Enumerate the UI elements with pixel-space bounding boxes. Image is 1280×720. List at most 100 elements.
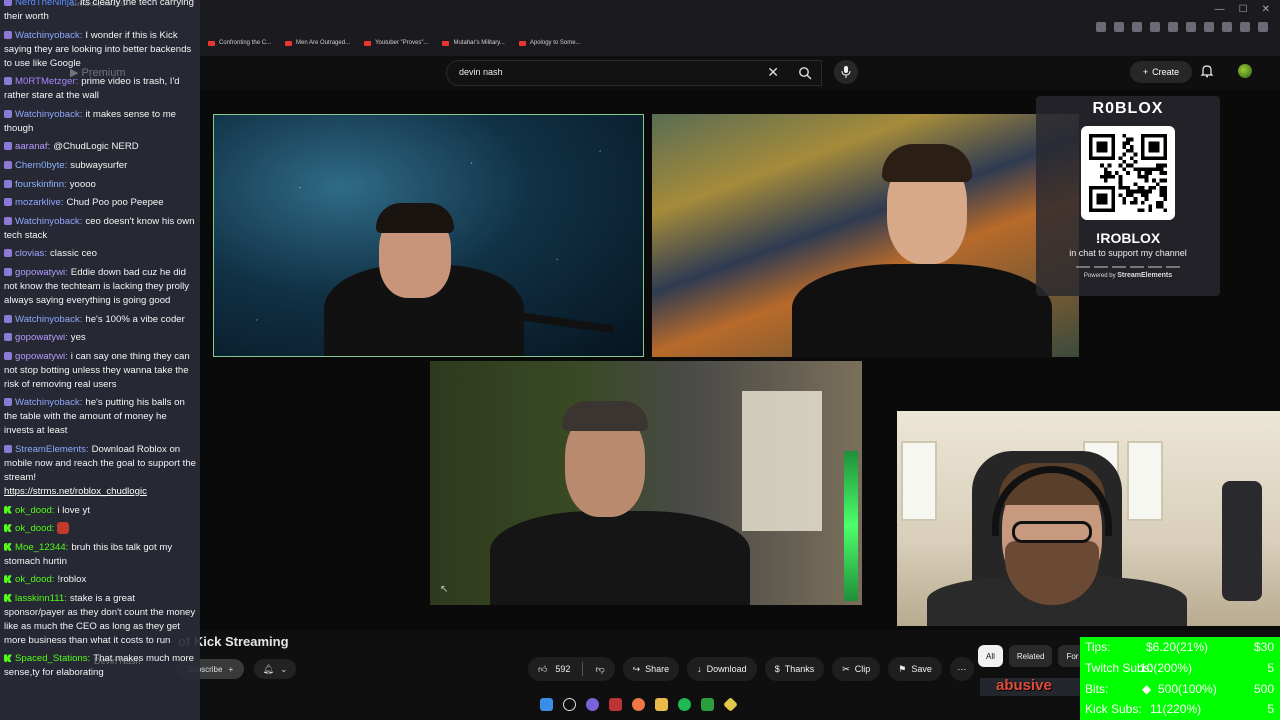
- chat-username[interactable]: NerdTheNinja:: [15, 0, 77, 8]
- chat-username[interactable]: Watchinyoback:: [15, 314, 82, 325]
- xbox-icon[interactable]: [701, 698, 714, 711]
- chat-text: i love yt: [57, 504, 91, 516]
- bookmarks-bar: Confronting the C... Men Are Outraged...…: [208, 40, 581, 46]
- chat-username[interactable]: fourskinfinn:: [15, 179, 67, 190]
- windows-start-icon[interactable]: [540, 698, 553, 711]
- thumbs-down-icon: 👎︎: [595, 663, 605, 674]
- download-icon: ↓: [697, 664, 702, 674]
- extension-icon[interactable]: [1240, 22, 1250, 32]
- roblox-command: !ROBLOX: [1095, 230, 1161, 246]
- green-led-light: [844, 451, 858, 601]
- extension-icon[interactable]: [1258, 22, 1268, 32]
- chat-username[interactable]: Watchinyoback:: [15, 216, 82, 227]
- chat-username[interactable]: Watchinyoback:: [15, 109, 82, 120]
- chat-username[interactable]: ok_dood:: [15, 574, 54, 585]
- chat-username[interactable]: clovias:: [15, 248, 47, 259]
- extension-icon[interactable]: [1204, 22, 1214, 32]
- bookmark[interactable]: Youtuber "Proves"...: [364, 40, 428, 46]
- search-input[interactable]: devin nash: [459, 67, 503, 77]
- microphone-icon: [841, 66, 851, 78]
- clip-button[interactable]: ✂ Clip: [832, 657, 881, 681]
- bookmark[interactable]: Mutahar's Military...: [442, 40, 505, 46]
- folder-icon[interactable]: [655, 698, 668, 711]
- extension-bar: [1096, 22, 1268, 32]
- chat-username[interactable]: ok_dood:: [15, 505, 54, 516]
- kick-badge-icon: [4, 542, 12, 551]
- chat-username[interactable]: gopowatywi:: [15, 332, 68, 343]
- chat-username[interactable]: Watchinyoback:: [15, 397, 82, 408]
- chat-username[interactable]: Watchinyoback:: [15, 30, 82, 41]
- account-avatar[interactable]: [1238, 64, 1252, 78]
- save-button[interactable]: ⚑ Save: [888, 657, 942, 681]
- app-icon[interactable]: [586, 698, 599, 711]
- spotify-icon[interactable]: [678, 698, 691, 711]
- extension-icon[interactable]: [1132, 22, 1142, 32]
- more-icon: ⋯: [957, 663, 967, 674]
- chip-related[interactable]: Related: [1008, 645, 1053, 667]
- taskbar: [540, 697, 738, 712]
- chat-username[interactable]: Chern0byte:: [15, 160, 67, 171]
- notification-settings-button[interactable]: 🔔︎ ⌄: [254, 659, 296, 679]
- create-button[interactable]: + Create: [1130, 61, 1192, 83]
- share-button[interactable]: ↪ Share: [622, 657, 680, 681]
- chat-username[interactable]: ok_dood:: [15, 523, 54, 534]
- chat-username[interactable]: lasskinn111:: [15, 593, 67, 604]
- twitch-badge-icon: [4, 351, 12, 360]
- download-button[interactable]: ↓ Download: [687, 657, 757, 681]
- more-actions-button[interactable]: ⋯: [949, 657, 974, 681]
- notifications-button[interactable]: [1200, 64, 1214, 83]
- progress-segment: [1148, 266, 1162, 268]
- youtube-favicon-icon: [208, 40, 215, 46]
- chip-all[interactable]: All: [978, 645, 1003, 667]
- close-icon[interactable]: ✕: [1262, 4, 1270, 15]
- clear-search-icon[interactable]: ✕: [767, 64, 779, 81]
- extension-icon[interactable]: [1168, 22, 1178, 32]
- progress-segment: [1076, 266, 1090, 268]
- search-bar[interactable]: devin nash ✕: [446, 60, 822, 86]
- extension-icon[interactable]: [1114, 22, 1124, 32]
- chat-username[interactable]: mozarklive:: [15, 197, 64, 208]
- app-icon[interactable]: [609, 698, 622, 711]
- chat-username[interactable]: gopowatywi:: [15, 267, 68, 278]
- window-controls[interactable]: — ☐ ✕: [1215, 4, 1270, 15]
- twitch-badge-icon: [4, 333, 12, 342]
- stat-row-kick-subs: Kick Subs: 11(220%) 5: [1085, 702, 1274, 717]
- app-icon[interactable]: [723, 697, 738, 712]
- extension-icon[interactable]: [1222, 22, 1232, 32]
- bookmark[interactable]: Apology to Some...: [518, 40, 581, 46]
- like-dislike-button[interactable]: 👍︎ 592 👎︎: [528, 657, 615, 681]
- extension-icon[interactable]: [1186, 22, 1196, 32]
- chat-message: fourskinfinn: yoooo: [0, 178, 200, 192]
- cursor-icon: ↖: [440, 584, 449, 595]
- chat-username[interactable]: gopowatywi:: [15, 351, 68, 362]
- browser-icon[interactable]: [632, 698, 645, 711]
- voice-search-button[interactable]: [834, 60, 858, 84]
- webcam-feed-guest-1: [652, 114, 1079, 357]
- extension-icon[interactable]: [1150, 22, 1160, 32]
- chat-username[interactable]: Moe_12344:: [15, 542, 68, 553]
- chat-username[interactable]: Spaced_Stations:: [15, 653, 90, 664]
- chat-text: yoooo: [69, 178, 96, 190]
- chat-text: Chud Poo poo Peepee: [66, 197, 164, 209]
- thanks-button[interactable]: $ Thanks: [764, 657, 825, 681]
- share-icon: ↪: [632, 663, 641, 674]
- chat-username[interactable]: M0RTMetzger:: [15, 76, 78, 87]
- search-icon[interactable]: [563, 698, 576, 711]
- search-button[interactable]: [788, 60, 822, 86]
- minimize-icon[interactable]: —: [1215, 4, 1225, 15]
- chat-message: lasskinn111: stake is a great sponsor/pay…: [0, 592, 200, 648]
- bookmark[interactable]: Men Are Outraged...: [285, 40, 350, 46]
- chat-username[interactable]: aaranaf:: [15, 141, 50, 152]
- bookmark-icon: ⚑: [898, 663, 907, 674]
- webcam-feed-host: [213, 114, 644, 357]
- scissors-icon: ✂: [842, 663, 850, 674]
- chat-username[interactable]: StreamElements:: [15, 444, 89, 455]
- twitch-badge-icon: [4, 444, 12, 453]
- bits-gem-icon: ◆: [1142, 681, 1152, 696]
- chat-message: Watchinyoback: ceo doesn't know his own t…: [0, 215, 200, 243]
- maximize-icon[interactable]: ☐: [1239, 4, 1248, 15]
- bookmark[interactable]: Confronting the C...: [208, 40, 271, 46]
- stat-row-bits: Bits: ◆ 500(100%) 500: [1080, 679, 1280, 700]
- chat-link[interactable]: https://strms.net/roblox_chudlogic: [4, 486, 147, 497]
- extension-icon[interactable]: [1096, 22, 1106, 32]
